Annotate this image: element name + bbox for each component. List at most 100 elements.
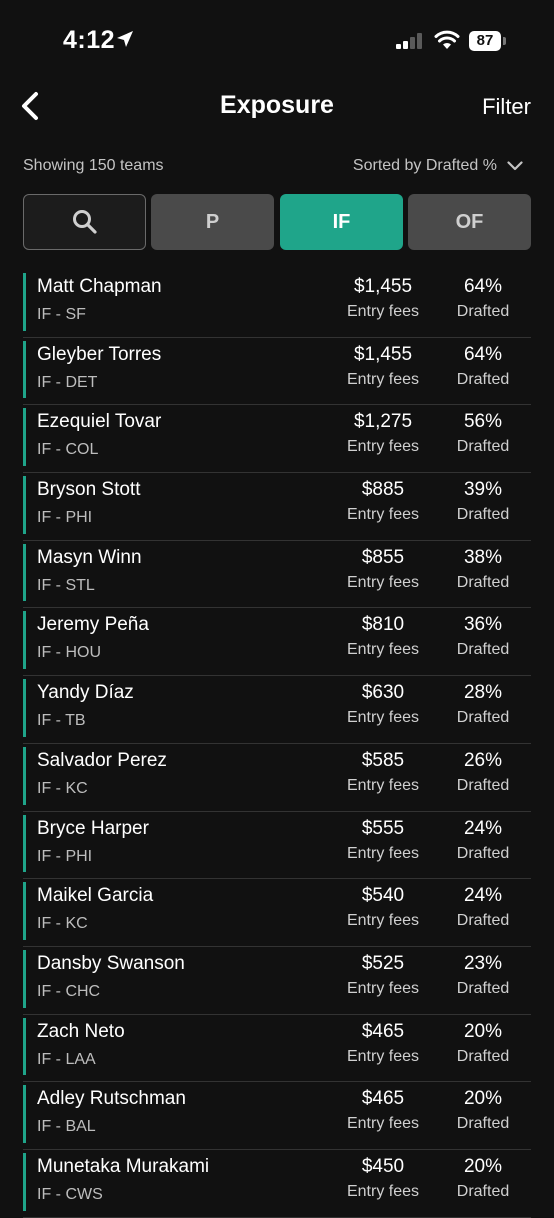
drafted-percent-value: 38% — [463, 546, 503, 568]
entry-fees-value: $1,455 — [353, 343, 413, 365]
player-position-team: IF - PHI — [37, 509, 93, 527]
entry-fees-label: Entry fees — [346, 844, 420, 862]
drafted-percent-value: 24% — [463, 885, 503, 907]
player-position-team: IF - HOU — [37, 644, 101, 662]
entry-fees-label: Entry fees — [346, 1047, 420, 1065]
player-name: Zach Neto — [37, 1020, 125, 1042]
drafted-percent-value: 64% — [463, 343, 503, 365]
entry-fees-value: $630 — [361, 682, 405, 704]
position-tabs: P IF OF — [23, 194, 531, 250]
drafted-percent-value: 20% — [463, 1020, 503, 1042]
player-position-team: IF - CHC — [37, 982, 101, 1000]
player-row[interactable]: Matt Chapman IF - SF $1,455 Entry fees 64% Dr… — [23, 270, 531, 338]
row-accent-bar — [23, 476, 26, 534]
player-name: Maikel Garcia — [37, 885, 154, 907]
entry-fees-value: $540 — [361, 885, 405, 907]
player-row[interactable]: Bryson Stott IF - PHI $885 Entry fees 39% Dra… — [23, 473, 531, 541]
page-title: Exposure — [220, 91, 334, 119]
player-name: Yandy Díaz — [37, 682, 134, 704]
drafted-label: Drafted — [456, 844, 510, 862]
player-name: Ezequiel Tovar — [37, 411, 162, 433]
sort-label: Sorted by Drafted % — [352, 157, 497, 174]
drafted-percent-value: 36% — [463, 614, 503, 636]
row-accent-bar — [23, 1085, 26, 1143]
drafted-label: Drafted — [456, 303, 510, 320]
player-row[interactable]: Zach Neto IF - LAA $465 Entry fees 20% Drafte… — [23, 1015, 531, 1083]
entry-fees-label: Entry fees — [346, 912, 420, 930]
location-arrow-icon — [117, 31, 133, 47]
drafted-label: Drafted — [456, 1047, 510, 1065]
player-list: Matt Chapman IF - SF $1,455 Entry fees 64% Dr… — [23, 270, 531, 1218]
entry-fees-label: Entry fees — [346, 1115, 420, 1133]
player-name: Bryce Harper — [37, 817, 149, 839]
player-position-team: IF - SF — [37, 306, 86, 323]
player-row[interactable]: Munetaka Murakami IF - CWS $450 Entry fees 2… — [23, 1150, 531, 1218]
entry-fees-label: Entry fees — [346, 776, 420, 794]
sort-dropdown[interactable]: Sorted by Drafted % — [353, 157, 523, 175]
drafted-percent-value: 26% — [463, 749, 503, 771]
search-button[interactable] — [23, 194, 146, 250]
player-name: Masyn Winn — [37, 546, 142, 568]
player-name: Bryson Stott — [37, 479, 141, 501]
player-position-team: IF - CWS — [37, 1185, 103, 1203]
row-accent-bar — [23, 679, 26, 737]
entry-fees-label: Entry fees — [346, 709, 420, 727]
row-accent-bar — [23, 882, 26, 940]
row-accent-bar — [23, 611, 26, 670]
player-name: Matt Chapman — [37, 276, 162, 297]
player-name: Adley Rutschman — [37, 1088, 186, 1110]
entry-fees-value: $1,275 — [353, 411, 413, 433]
entry-fees-value: $450 — [361, 1155, 405, 1177]
tab-infielders[interactable]: IF — [280, 194, 403, 250]
player-row[interactable]: Gleyber Torres IF - DET $1,455 Entry fees 64… — [23, 338, 531, 406]
tab-outfielders[interactable]: OF — [408, 194, 531, 250]
cellular-signal-icon — [396, 33, 422, 49]
drafted-percent-value: 39% — [463, 479, 503, 501]
player-row[interactable]: Jeremy Peña IF - HOU $810 Entry fees 36% Draf… — [23, 608, 531, 677]
drafted-percent-value: 20% — [463, 1155, 503, 1177]
player-row[interactable]: Ezequiel Tovar IF - COL $1,275 Entry fees 56… — [23, 405, 531, 474]
drafted-label: Drafted — [456, 573, 510, 591]
player-position-team: IF - LAA — [37, 1050, 96, 1068]
entry-fees-label: Entry fees — [346, 573, 420, 591]
battery-nub — [503, 37, 506, 45]
player-name: Gleyber Torres — [37, 343, 162, 365]
player-row[interactable]: Bryce Harper IF - PHI $555 Entry fees 24% Dra… — [23, 812, 531, 880]
player-row[interactable]: Yandy Díaz IF - TB $630 Entry fees 28% Drafte… — [23, 676, 531, 744]
entry-fees-value: $465 — [361, 1020, 405, 1042]
search-icon — [72, 210, 97, 234]
player-position-team: IF - COL — [37, 441, 99, 459]
status-bar: 4:12 87 — [0, 0, 554, 80]
drafted-percent-value: 28% — [463, 682, 503, 704]
entry-fees-label: Entry fees — [346, 641, 420, 659]
drafted-label: Drafted — [456, 506, 510, 524]
player-row[interactable]: Dansby Swanson IF - CHC $525 Entry fees 23% D… — [23, 947, 531, 1015]
drafted-label: Drafted — [456, 438, 510, 456]
player-position-team: IF - STL — [37, 576, 95, 594]
player-row[interactable]: Masyn Winn IF - STL $855 Entry fees 38% Draft… — [23, 541, 531, 609]
filter-button[interactable]: Filter — [482, 94, 531, 120]
entry-fees-label: Entry fees — [346, 370, 420, 388]
entry-fees-value: $525 — [361, 952, 405, 974]
entry-fees-value: $1,455 — [353, 276, 413, 297]
player-position-team: IF - KC — [37, 915, 88, 933]
player-position-team: IF - BAL — [37, 1118, 96, 1136]
drafted-label: Drafted — [456, 1182, 510, 1200]
player-name: Dansby Swanson — [37, 952, 185, 974]
row-accent-bar — [23, 814, 26, 873]
player-row[interactable]: Salvador Perez IF - KC $585 Entry fees 26% Dr… — [23, 744, 531, 812]
tab-pitchers[interactable]: P — [151, 194, 274, 250]
drafted-label: Drafted — [456, 709, 510, 727]
entry-fees-value: $810 — [361, 614, 405, 636]
entry-fees-label: Entry fees — [346, 979, 420, 997]
entry-fees-label: Entry fees — [346, 303, 420, 320]
drafted-label: Drafted — [456, 641, 510, 659]
drafted-label: Drafted — [456, 1115, 510, 1133]
player-row[interactable]: Adley Rutschman IF - BAL $465 Entry fees 20%… — [23, 1082, 531, 1150]
player-row[interactable]: Maikel Garcia IF - KC $540 Entry fees 24% Dra… — [23, 879, 531, 947]
entry-fees-value: $465 — [361, 1088, 405, 1110]
player-name: Salvador Perez — [37, 749, 167, 771]
entry-fees-label: Entry fees — [346, 506, 420, 524]
drafted-label: Drafted — [456, 912, 510, 930]
drafted-percent-value: 20% — [463, 1088, 503, 1110]
